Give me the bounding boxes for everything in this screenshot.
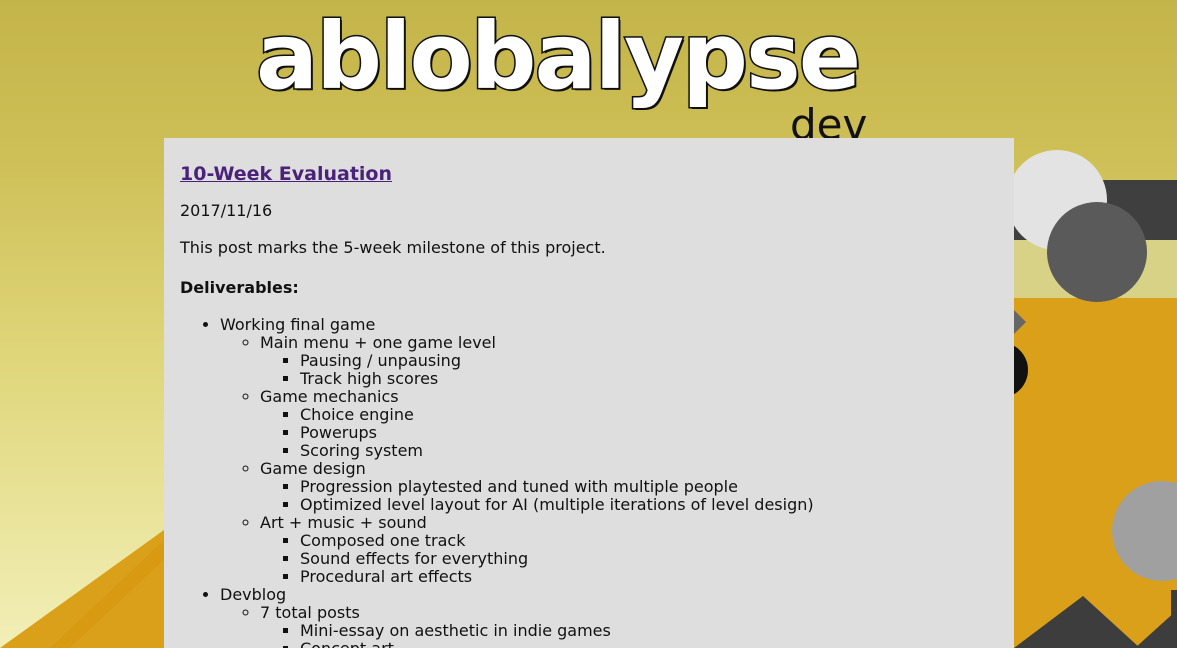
- list-item: Game mechanics Choice engine Powerups Sc…: [260, 388, 998, 460]
- list-item: Pausing / unpausing: [300, 352, 998, 370]
- post-date: 2017/11/16: [180, 201, 273, 220]
- right-dark-sliver: [1171, 590, 1177, 648]
- sub-sub-list: Composed one track Sound effects for eve…: [260, 532, 998, 586]
- list-item: Game design Progression playtested and t…: [260, 460, 998, 514]
- list-item: Track high scores: [300, 370, 998, 388]
- sub-sub-list: Pausing / unpausing Track high scores: [260, 352, 998, 388]
- list-item: Choice engine: [300, 406, 998, 424]
- list-item: Progression playtested and tuned with mu…: [300, 478, 998, 496]
- list-item: Procedural art effects: [300, 568, 998, 586]
- list-item: Art + music + sound Composed one track S…: [260, 514, 998, 586]
- list-item-label: Main menu + one game level: [260, 333, 496, 352]
- list-item-label: Art + music + sound: [260, 513, 427, 532]
- sub-list: 7 total posts Mini-essay on aesthetic in…: [220, 604, 998, 648]
- list-item: Main menu + one game level Pausing / unp…: [260, 334, 998, 388]
- list-item-label: Game mechanics: [260, 387, 399, 406]
- post-title: 10-Week Evaluation: [180, 162, 998, 186]
- right-gray-circle: [1047, 202, 1147, 302]
- deliverables-list: Working final game Main menu + one game …: [180, 316, 998, 648]
- sub-sub-list: Mini-essay on aesthetic in indie games C…: [260, 622, 998, 648]
- post-title-link[interactable]: 10-Week Evaluation: [180, 163, 392, 185]
- sub-sub-list: Choice engine Powerups Scoring system: [260, 406, 998, 460]
- post-content-panel: 10-Week Evaluation 2017/11/16 This post …: [164, 138, 1014, 648]
- list-item-label: Devblog: [220, 585, 287, 604]
- logo-title: ablobalypse: [254, 2, 862, 112]
- deliverables-heading: Deliverables:: [180, 278, 299, 297]
- list-item-label: 7 total posts: [260, 603, 360, 622]
- list-item: Composed one track: [300, 532, 998, 550]
- list-item: Mini-essay on aesthetic in indie games: [300, 622, 998, 640]
- list-item: Powerups: [300, 424, 998, 442]
- right-orange-shape: [1014, 296, 1177, 648]
- list-item: Devblog 7 total posts Mini-essay on aest…: [220, 586, 998, 648]
- sub-list: Main menu + one game level Pausing / unp…: [220, 334, 998, 586]
- list-item: Scoring system: [300, 442, 998, 460]
- list-item: Sound effects for everything: [300, 550, 998, 568]
- list-item: Optimized level layout for AI (multiple …: [300, 496, 998, 514]
- list-item-label: Game design: [260, 459, 366, 478]
- list-item: Working final game Main menu + one game …: [220, 316, 998, 586]
- sub-sub-list: Progression playtested and tuned with mu…: [260, 478, 998, 514]
- list-item-label: Working final game: [220, 315, 376, 334]
- post-intro: This post marks the 5-week milestone of …: [180, 238, 606, 257]
- list-item: Concept art: [300, 640, 998, 648]
- list-item: 7 total posts Mini-essay on aesthetic in…: [260, 604, 998, 648]
